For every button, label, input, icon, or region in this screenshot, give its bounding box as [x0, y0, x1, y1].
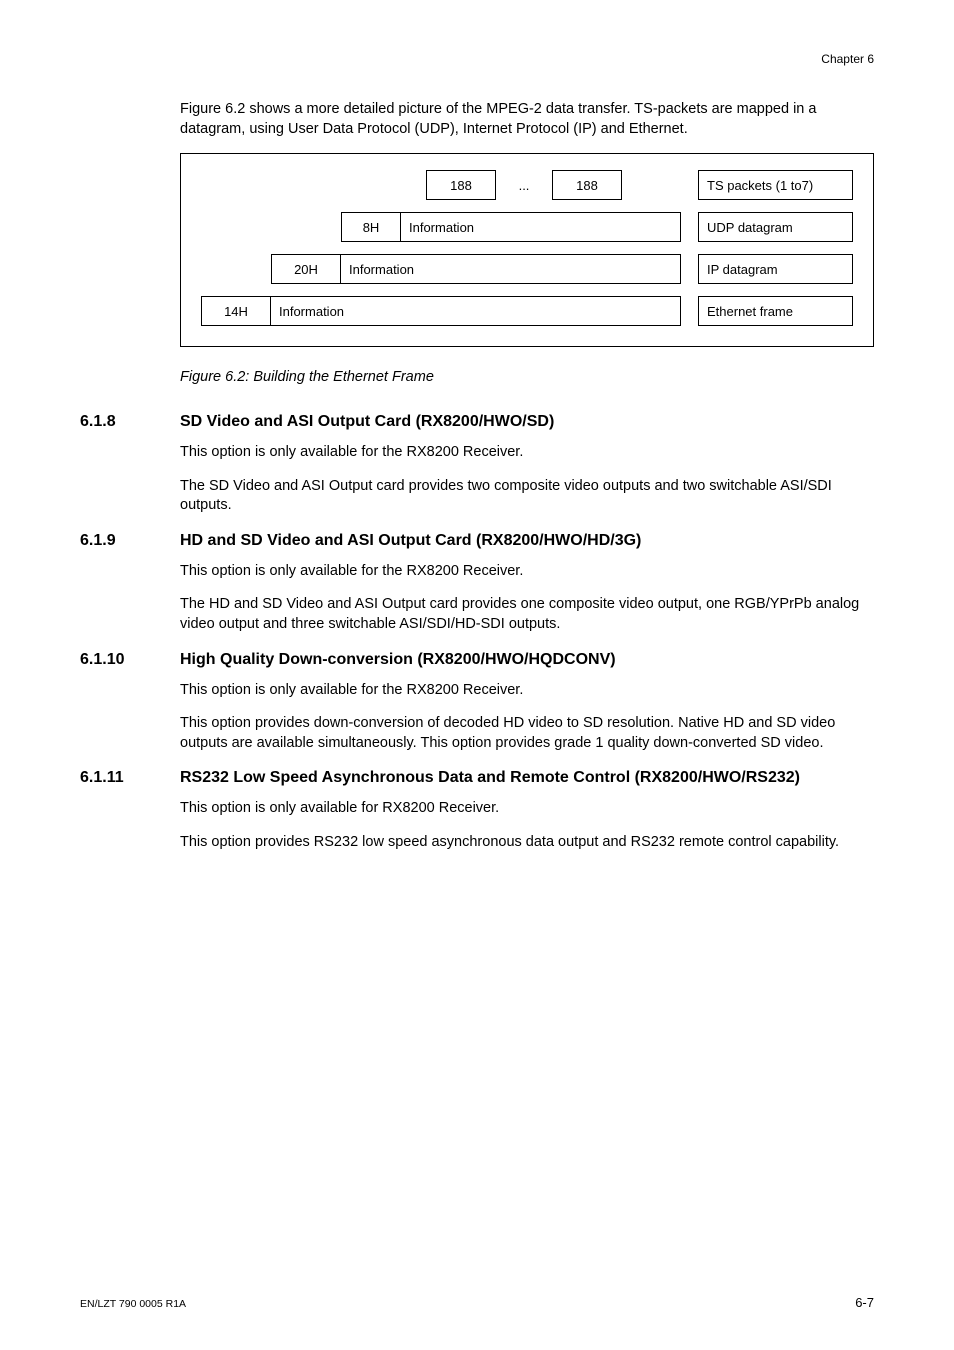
footer-page-num: 6-7 — [855, 1295, 874, 1310]
footer-doc-id: EN/LZT 790 0005 R1A — [80, 1298, 186, 1310]
section-heading-619: 6.1.9 HD and SD Video and ASI Output Car… — [80, 532, 874, 550]
section-6110-p2: This option provides down-conversion of … — [180, 714, 874, 753]
section-num-6110: 6.1.10 — [80, 651, 180, 669]
section-6111-p1: This option is only available for RX8200… — [180, 799, 874, 819]
section-num-6111: 6.1.11 — [80, 769, 180, 787]
section-title-6111: RS232 Low Speed Asynchronous Data and Re… — [180, 769, 800, 787]
eth-label: Ethernet frame — [698, 296, 853, 326]
udp-info: Information — [401, 212, 681, 242]
eth-info: Information — [271, 296, 681, 326]
ts-label: TS packets (1 to7) — [698, 170, 853, 200]
ip-header: 20H — [271, 254, 341, 284]
figure-ethernet-frame: 188 ... 188 TS packets (1 to7) 8H Inform… — [180, 153, 874, 347]
section-heading-6110: 6.1.10 High Quality Down-conversion (RX8… — [80, 651, 874, 669]
chapter-label: Chapter 6 — [821, 52, 874, 66]
ip-info: Information — [341, 254, 681, 284]
section-618-p1: This option is only available for the RX… — [180, 443, 874, 463]
udp-header: 8H — [341, 212, 401, 242]
ts-188-a: 188 — [426, 170, 496, 200]
figure-caption: Figure 6.2: Building the Ethernet Frame — [180, 369, 874, 385]
figure-row-ip: 20H Information IP datagram — [201, 254, 853, 284]
section-title-6110: High Quality Down-conversion (RX8200/HWO… — [180, 651, 616, 669]
section-title-619: HD and SD Video and ASI Output Card (RX8… — [180, 532, 641, 550]
figure-row-ts: 188 ... 188 TS packets (1 to7) — [201, 170, 853, 200]
section-heading-6111: 6.1.11 RS232 Low Speed Asynchronous Data… — [80, 769, 874, 787]
section-6110-p1: This option is only available for the RX… — [180, 681, 874, 701]
section-619-p1: This option is only available for the RX… — [180, 562, 874, 582]
figure-row-udp: 8H Information UDP datagram — [201, 212, 853, 242]
section-num-619: 6.1.9 — [80, 532, 180, 550]
figure-row-eth: 14H Information Ethernet frame — [201, 296, 853, 326]
section-heading-618: 6.1.8 SD Video and ASI Output Card (RX82… — [80, 413, 874, 431]
section-num-618: 6.1.8 — [80, 413, 180, 431]
ts-dots: ... — [504, 170, 544, 200]
intro-paragraph: Figure 6.2 shows a more detailed picture… — [180, 100, 874, 139]
section-6111-p2: This option provides RS232 low speed asy… — [180, 833, 874, 853]
ts-188-b: 188 — [552, 170, 622, 200]
section-618-p2: The SD Video and ASI Output card provide… — [180, 477, 874, 516]
ip-label: IP datagram — [698, 254, 853, 284]
udp-label: UDP datagram — [698, 212, 853, 242]
eth-header: 14H — [201, 296, 271, 326]
section-title-618: SD Video and ASI Output Card (RX8200/HWO… — [180, 413, 554, 431]
section-619-p2: The HD and SD Video and ASI Output card … — [180, 595, 874, 634]
